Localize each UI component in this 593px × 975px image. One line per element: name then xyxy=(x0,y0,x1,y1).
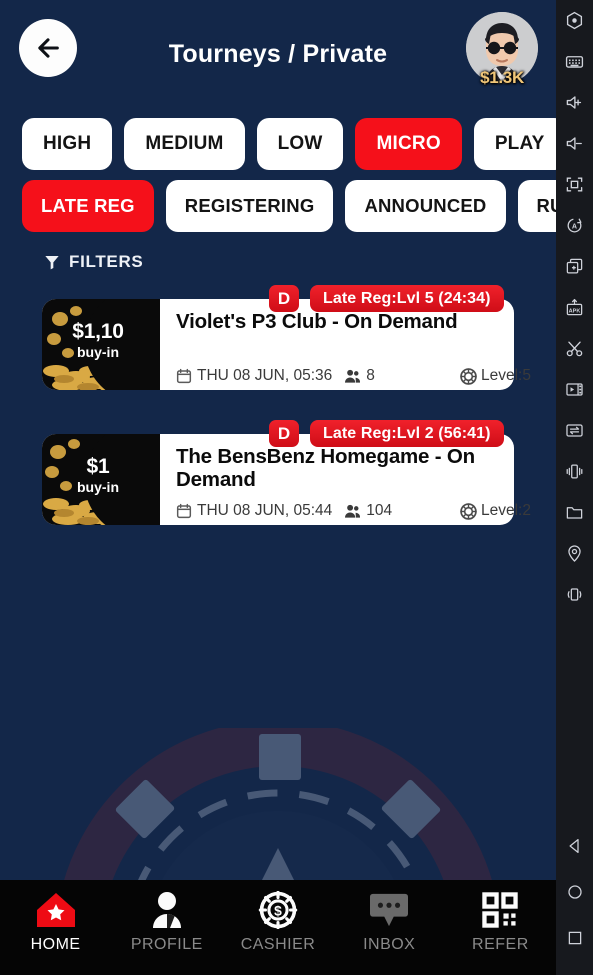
location-pin-icon[interactable] xyxy=(556,533,593,574)
tournament-level-group: Level:2 xyxy=(460,502,531,520)
android-nav-group xyxy=(556,823,593,975)
emulator-sidebar: A APK xyxy=(556,0,593,975)
fullscreen-icon[interactable] xyxy=(556,164,593,205)
status-filter-announced[interactable]: ANNOUNCED xyxy=(345,180,506,232)
funnel-icon xyxy=(45,256,59,270)
bottom-navigation: HOME PROFILE $ CASHIER INBOX REFER xyxy=(0,880,556,975)
video-record-icon[interactable] xyxy=(556,369,593,410)
android-recents-icon[interactable] xyxy=(556,915,593,961)
rotate-screen-icon[interactable] xyxy=(556,574,593,615)
qr-code-icon xyxy=(482,892,519,928)
avatar-button[interactable]: $1.3K xyxy=(466,12,538,88)
tournament-level-group: Level:5 xyxy=(460,367,531,385)
nav-item-refer[interactable]: REFER xyxy=(445,891,556,954)
avatar-balance: $1.3K xyxy=(480,68,524,87)
calendar-icon xyxy=(176,503,192,519)
filters-label: FILTERS xyxy=(69,252,144,271)
tournament-title: The BensBenz Homegame - On Demand xyxy=(176,445,475,491)
nav-label-refer: REFER xyxy=(472,936,529,953)
players-group: 104 xyxy=(344,502,392,520)
tournament-title: Violet's P3 Club - On Demand xyxy=(176,310,458,333)
players-group: 8 xyxy=(344,367,375,385)
home-star-icon xyxy=(36,893,75,927)
chat-bubble-icon xyxy=(370,893,409,927)
chip-dollar-icon: $ xyxy=(258,891,298,929)
nav-item-inbox[interactable]: INBOX xyxy=(334,891,445,954)
gold-coins-graphic xyxy=(43,439,125,525)
tournament-level: Level:5 xyxy=(481,367,531,384)
date-group: THU 08 JUN, 05:36 xyxy=(176,367,332,385)
scissors-screenshot-icon[interactable] xyxy=(556,328,593,369)
keyboard-icon[interactable] xyxy=(556,41,593,82)
poker-chip-icon xyxy=(460,367,477,385)
stake-filter-play[interactable]: PLAY xyxy=(473,118,556,170)
calendar-icon xyxy=(176,368,192,384)
gold-coins-graphic xyxy=(43,306,125,390)
status-filter-row: LATE REG REGISTERING ANNOUNCED RUN xyxy=(0,180,556,232)
shake-icon[interactable] xyxy=(556,451,593,492)
nav-item-profile[interactable]: PROFILE xyxy=(111,891,222,954)
multi-instance-icon[interactable] xyxy=(556,246,593,287)
buyin-badge: $1 buy-in xyxy=(42,434,160,525)
tournament-date: THU 08 JUN, 05:44 xyxy=(197,502,333,519)
people-icon xyxy=(345,369,361,383)
nav-label-home: HOME xyxy=(30,936,81,953)
volume-down-icon[interactable] xyxy=(556,123,593,164)
poker-chip-icon xyxy=(460,502,477,520)
tournament-level: Level:2 xyxy=(481,502,531,519)
status-filter-running[interactable]: RUN xyxy=(517,180,556,232)
stake-filter-row: HIGH MEDIUM LOW MICRO PLAY xyxy=(0,118,556,170)
tournament-card[interactable]: $1 buy-in D Late Reg:Lvl 2 (56:41) The B… xyxy=(42,420,531,525)
buyin-badge: $1,10 buy-in xyxy=(42,299,160,390)
nav-label-profile: PROFILE xyxy=(130,936,203,953)
sync-transfer-icon[interactable] xyxy=(556,410,593,451)
volume-up-icon[interactable] xyxy=(556,82,593,123)
on-demand-badge: D xyxy=(269,420,299,447)
date-group: THU 08 JUN, 05:44 xyxy=(176,502,332,520)
tournament-players: 104 xyxy=(366,502,393,519)
app-header: Tourneys / Private $1.3K xyxy=(0,0,556,100)
tournament-card[interactable]: $1,10 buy-in D Late Reg:Lvl 5 (24:34) Vi… xyxy=(42,285,531,390)
android-back-icon[interactable] xyxy=(556,823,593,869)
svg-text:A: A xyxy=(572,222,577,230)
people-icon xyxy=(345,504,361,518)
phone-screen: Tourneys / Private $1.3K HIGH MEDIUM LOW… xyxy=(0,0,556,975)
install-apk-icon[interactable]: APK xyxy=(556,287,593,328)
status-badge: Late Reg:Lvl 2 (56:41) xyxy=(310,420,504,447)
stake-filter-micro[interactable]: MICRO xyxy=(355,118,462,170)
status-badge: Late Reg:Lvl 5 (24:34) xyxy=(310,285,504,312)
auto-rotate-icon[interactable]: A xyxy=(556,205,593,246)
tournament-meta: THU 08 JUN, 05:44 104 xyxy=(176,502,392,520)
nav-label-inbox: INBOX xyxy=(363,936,416,953)
svg-text:APK: APK xyxy=(569,308,581,314)
nav-item-cashier[interactable]: $ CASHIER xyxy=(222,891,333,954)
tournament-players: 8 xyxy=(366,367,375,384)
folder-icon[interactable] xyxy=(556,492,593,533)
filters-button[interactable]: FILTERS xyxy=(44,252,143,272)
status-filter-registering[interactable]: REGISTERING xyxy=(165,180,334,232)
status-filter-late-reg[interactable]: LATE REG xyxy=(22,180,154,232)
on-demand-badge: D xyxy=(269,285,299,312)
record-macro-icon[interactable] xyxy=(556,0,593,41)
svg-text:$: $ xyxy=(274,903,282,919)
nav-label-cashier: CASHIER xyxy=(240,936,316,953)
android-home-icon[interactable] xyxy=(556,869,593,915)
stake-filter-high[interactable]: HIGH xyxy=(22,118,113,170)
tournament-meta: THU 08 JUN, 05:36 8 xyxy=(176,367,375,385)
tournament-date: THU 08 JUN, 05:36 xyxy=(197,367,333,384)
stake-filter-low[interactable]: LOW xyxy=(256,118,344,170)
nav-item-home[interactable]: HOME xyxy=(0,891,111,954)
person-icon xyxy=(152,892,181,928)
screen-root: Tourneys / Private $1.3K HIGH MEDIUM LOW… xyxy=(0,0,593,975)
stake-filter-medium[interactable]: MEDIUM xyxy=(124,118,245,170)
